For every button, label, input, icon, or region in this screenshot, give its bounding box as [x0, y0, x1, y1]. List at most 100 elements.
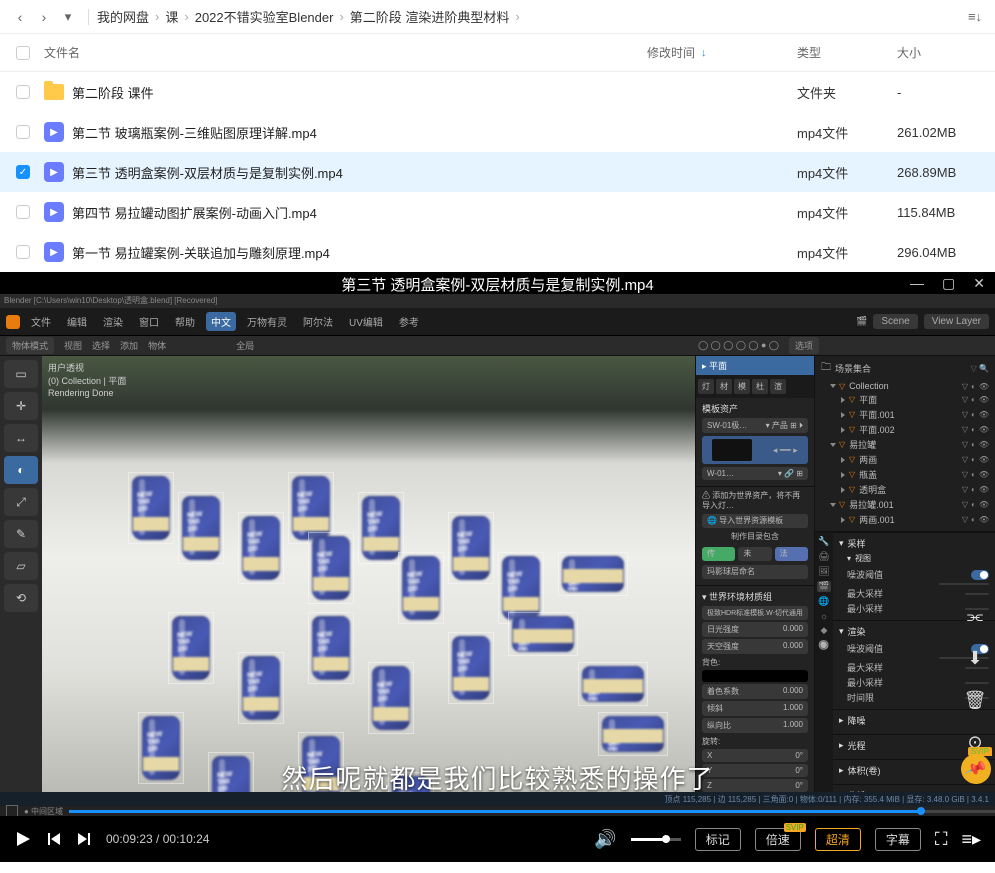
file-type: mp4文件	[797, 123, 897, 142]
tool-rotate[interactable]: ◐	[4, 456, 38, 484]
lang-toggle[interactable]: 中文	[206, 312, 236, 331]
blender-mode-bar: 物体模式 视图 选择 添加 物体 全局 ◯ ◯ ◯ ◯ ◯ ● ◯ 选项	[0, 336, 995, 356]
close-button[interactable]: ✕	[973, 275, 985, 292]
tool-measure[interactable]: ⟲	[4, 584, 38, 612]
mode-sel[interactable]: 选择	[92, 339, 110, 352]
tool-transform[interactable]: ✎	[4, 520, 38, 548]
outliner-item[interactable]: ▽两画▽◐👁	[821, 452, 989, 467]
row-checkbox[interactable]	[16, 245, 30, 259]
outliner-item[interactable]: ▽平面.001▽◐👁	[821, 407, 989, 422]
nav-back-button[interactable]	[8, 5, 32, 29]
row-checkbox[interactable]	[16, 205, 30, 219]
outliner-item[interactable]: ▽易拉罐.001▽◐👁	[821, 497, 989, 512]
viewlayer-selector[interactable]: View Layer	[924, 314, 989, 329]
header-name[interactable]: 文件名	[44, 44, 647, 61]
tool-move[interactable]: ↔	[4, 424, 38, 452]
share-icon[interactable]: ⫘	[961, 602, 989, 630]
file-row[interactable]: ▶ 第一节 易拉罐案例-关联追加与雕刻原理.mp4 mp4文件 296.04MB	[0, 232, 995, 272]
select-all-checkbox[interactable]	[16, 46, 30, 60]
viewport-info: 用户透视 (0) Collection | 平面 Rendering Done	[48, 362, 126, 400]
prev-button[interactable]	[46, 831, 62, 847]
asset-thumbnail[interactable]: ◂ ━━ ▸	[702, 436, 808, 464]
fullscreen-button[interactable]: ⛶	[935, 829, 948, 850]
outliner-item[interactable]: ▽瓶盖▽◐👁	[821, 467, 989, 482]
outliner-item[interactable]: ▽两画.001▽◐👁	[821, 512, 989, 527]
progress-knob[interactable]	[917, 807, 925, 815]
mode-add[interactable]: 添加	[120, 339, 138, 352]
play-button[interactable]	[14, 830, 32, 848]
tool-select[interactable]: ▭	[4, 360, 38, 388]
file-name: 第三节 透明盒案例-双层材质与是复制实例.mp4	[72, 163, 647, 182]
crumb-3[interactable]: 第二阶段 渲染进阶典型材料	[350, 7, 510, 26]
row-checkbox[interactable]	[16, 85, 30, 99]
chevron-right-icon: ›	[515, 9, 519, 24]
workspace-3[interactable]: 参考	[394, 312, 424, 331]
file-row[interactable]: ▶ 第四节 易拉罐动图扩展案例-动画入门.mp4 mp4文件 115.84MB	[0, 192, 995, 232]
file-row[interactable]: 第二阶段 课件 文件夹 -	[0, 72, 995, 112]
outliner-item[interactable]: ▽Collection▽◐👁	[821, 380, 989, 392]
download-icon[interactable]: ⬇	[961, 644, 989, 672]
volume-button[interactable]: 🔊	[594, 829, 616, 850]
file-row[interactable]: ▶ 第二节 玻璃瓶案例-三维贴图原理详解.mp4 mp4文件 261.02MB	[0, 112, 995, 152]
header-size[interactable]: 大小	[897, 44, 987, 61]
menu-edit[interactable]: 编辑	[62, 312, 92, 331]
crumb-0[interactable]: 我的网盘	[97, 7, 149, 26]
crumb-2[interactable]: 2022不错实验室Blender	[195, 7, 334, 26]
row-checkbox[interactable]	[16, 125, 30, 139]
progress-track[interactable]	[69, 810, 995, 813]
row-checkbox[interactable]: ✓	[16, 165, 30, 179]
playlist-button[interactable]: ≡▸	[961, 829, 981, 850]
menu-render[interactable]: 渲染	[98, 312, 128, 331]
menu-file[interactable]: 文件	[26, 312, 56, 331]
video-icon: ▶	[44, 202, 72, 222]
outliner-item[interactable]: ▽平面.002▽◐👁	[821, 422, 989, 437]
mark-button[interactable]: 标记	[695, 828, 741, 851]
tool-scale[interactable]: ⤢	[4, 488, 38, 516]
hdri-select[interactable]: 极致HDR标准模板.W-切代通用	[702, 606, 808, 620]
tool-annotate[interactable]: ▱	[4, 552, 38, 580]
outliner-item[interactable]: ▽透明盒▽◐👁	[821, 482, 989, 497]
mode-view[interactable]: 视图	[64, 339, 82, 352]
nav-forward-button[interactable]	[32, 5, 56, 29]
file-browser-topbar: ▾ 我的网盘› 课› 2022不错实验室Blender› 第二阶段 渲染进阶典型…	[0, 0, 995, 34]
speed-button[interactable]: 倍速SVIP	[755, 828, 801, 851]
header-time[interactable]: 修改时间↓	[647, 44, 797, 61]
color-swatch[interactable]	[702, 670, 808, 682]
quality-button[interactable]: 超清	[815, 828, 861, 851]
mode-select[interactable]: 物体模式	[6, 337, 54, 354]
menu-window[interactable]: 窗口	[134, 312, 164, 331]
outliner-item[interactable]: ▽平面▽◐👁	[821, 392, 989, 407]
workspace-2[interactable]: UV编辑	[344, 312, 388, 331]
maximize-button[interactable]: ▢	[942, 275, 955, 292]
menu-help[interactable]: 帮助	[170, 312, 200, 331]
asset-dropdown[interactable]: SW-01极…▾ 产品 ⊞ ⏵	[702, 418, 808, 433]
scene-selector[interactable]: Scene	[873, 314, 917, 329]
volume-slider[interactable]	[631, 838, 681, 841]
nav-dropdown-button[interactable]: ▾	[56, 5, 80, 29]
workspace-1[interactable]: 阿尔法	[298, 312, 338, 331]
file-type: mp4文件	[797, 163, 897, 182]
mode-obj[interactable]: 物体	[148, 339, 166, 352]
minimize-button[interactable]: —	[910, 275, 924, 291]
noise-toggle[interactable]	[971, 570, 989, 580]
file-row[interactable]: ✓ ▶ 第三节 透明盒案例-双层材质与是复制实例.mp4 mp4文件 268.8…	[0, 152, 995, 192]
next-button[interactable]	[76, 831, 92, 847]
file-name: 第一节 易拉罐案例-关联追加与雕刻原理.mp4	[72, 243, 647, 262]
caption-button[interactable]: 字幕	[875, 828, 921, 851]
progress-bar[interactable]: ● 中间区域	[0, 806, 995, 816]
file-size: 115.84MB	[897, 205, 987, 220]
viewport-3d[interactable]: 用户透视 (0) Collection | 平面 Rendering Done …	[42, 356, 695, 802]
tool-cursor[interactable]: ✛	[4, 392, 38, 420]
progress-fill	[69, 810, 921, 813]
blender-status-bar: 顶点 115,285 | 边 115,285 | 三角面:0 | 物体:0/11…	[0, 792, 995, 806]
outliner: 🗀场景集合▽ 🔍 ▽Collection▽◐👁▽平面▽◐👁▽平面.001▽◐👁▽…	[815, 356, 995, 532]
delete-icon[interactable]: 🗑	[961, 686, 989, 714]
workspace-0[interactable]: 万物有灵	[242, 312, 292, 331]
outliner-item[interactable]: ▽易拉罐▽◐👁	[821, 437, 989, 452]
chevron-right-icon: ›	[184, 9, 188, 24]
crumb-1[interactable]: 课	[165, 7, 178, 26]
options-btn[interactable]: 选项	[789, 337, 819, 354]
import-world-btn[interactable]: 🌐 导入世界资源模板	[702, 514, 808, 528]
view-options-button[interactable]: ≡↓	[963, 5, 987, 29]
header-type[interactable]: 类型	[797, 44, 897, 61]
